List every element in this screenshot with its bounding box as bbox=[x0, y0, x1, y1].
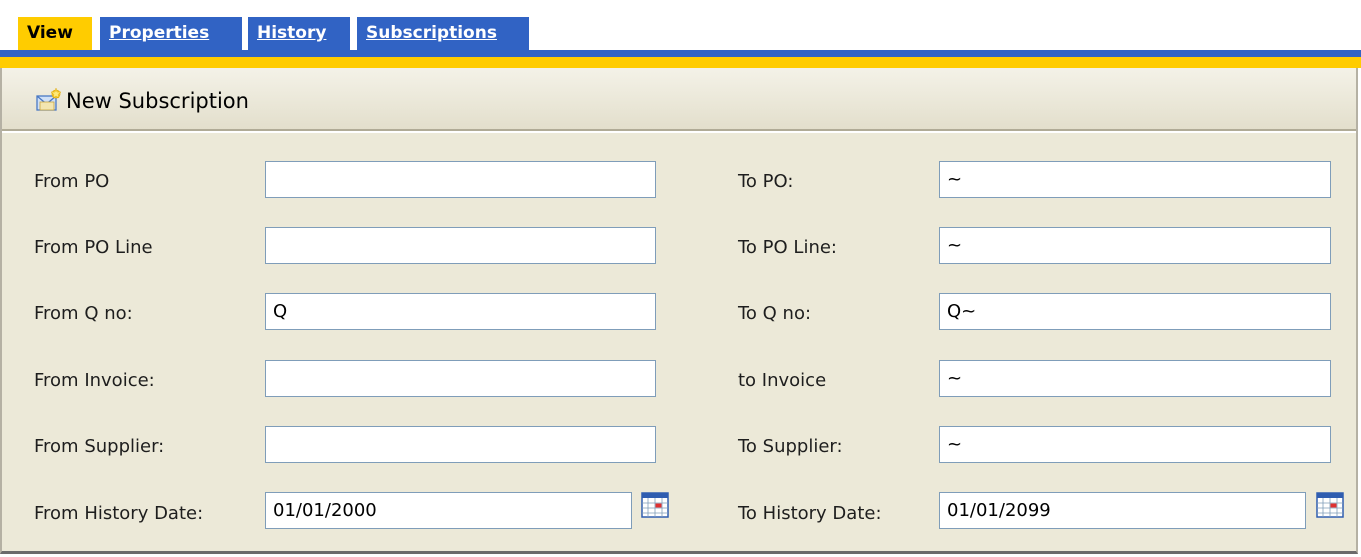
tab-strip-yellow bbox=[0, 57, 1361, 68]
to-q-no-input[interactable] bbox=[939, 293, 1331, 330]
tab-bar: View Properties History Subscriptions bbox=[0, 0, 1361, 68]
to-po-input[interactable] bbox=[939, 161, 1331, 198]
from-po-input[interactable] bbox=[265, 161, 656, 198]
to-supplier-label: To Supplier: bbox=[738, 436, 843, 457]
to-po-line-label: To PO Line: bbox=[738, 237, 837, 258]
toolbar-divider bbox=[2, 131, 1356, 133]
tab-strip-blue bbox=[0, 50, 1361, 57]
from-invoice-input[interactable] bbox=[265, 360, 656, 397]
tab-subscriptions-label: Subscriptions bbox=[366, 23, 497, 43]
from-q-no-label: From Q no: bbox=[34, 303, 133, 324]
to-history-date-label: To History Date: bbox=[738, 503, 882, 524]
from-po-line-input[interactable] bbox=[265, 227, 656, 264]
from-po-line-label: From PO Line bbox=[34, 237, 153, 258]
tab-history[interactable]: History bbox=[248, 17, 350, 50]
tab-history-label: History bbox=[257, 23, 327, 43]
new-subscription-button[interactable]: New Subscription bbox=[35, 87, 249, 115]
to-po-line-input[interactable] bbox=[939, 227, 1331, 264]
to-invoice-label: to Invoice bbox=[738, 370, 827, 391]
to-q-no-label: To Q no: bbox=[738, 303, 812, 324]
from-invoice-label: From Invoice: bbox=[34, 370, 155, 391]
new-subscription-label: New Subscription bbox=[66, 89, 249, 113]
toolbar: New Subscription bbox=[2, 68, 1356, 131]
from-po-label: From PO bbox=[34, 171, 110, 192]
tab-view-label: View bbox=[27, 23, 73, 43]
from-date-calendar-icon[interactable] bbox=[641, 491, 669, 519]
tab-subscriptions[interactable]: Subscriptions bbox=[357, 17, 529, 50]
to-history-date-input[interactable] bbox=[939, 492, 1306, 529]
to-invoice-input[interactable] bbox=[939, 360, 1331, 397]
new-subscription-icon bbox=[36, 88, 62, 111]
from-supplier-input[interactable] bbox=[265, 426, 656, 463]
tab-properties-label: Properties bbox=[109, 23, 210, 43]
tab-properties[interactable]: Properties bbox=[100, 17, 242, 50]
from-q-no-input[interactable] bbox=[265, 293, 656, 330]
to-po-label: To PO: bbox=[738, 171, 794, 192]
from-supplier-label: From Supplier: bbox=[34, 436, 165, 457]
to-date-calendar-icon[interactable] bbox=[1316, 491, 1344, 519]
from-history-date-input[interactable] bbox=[265, 492, 632, 529]
from-history-date-label: From History Date: bbox=[34, 503, 204, 524]
to-supplier-input[interactable] bbox=[939, 426, 1331, 463]
